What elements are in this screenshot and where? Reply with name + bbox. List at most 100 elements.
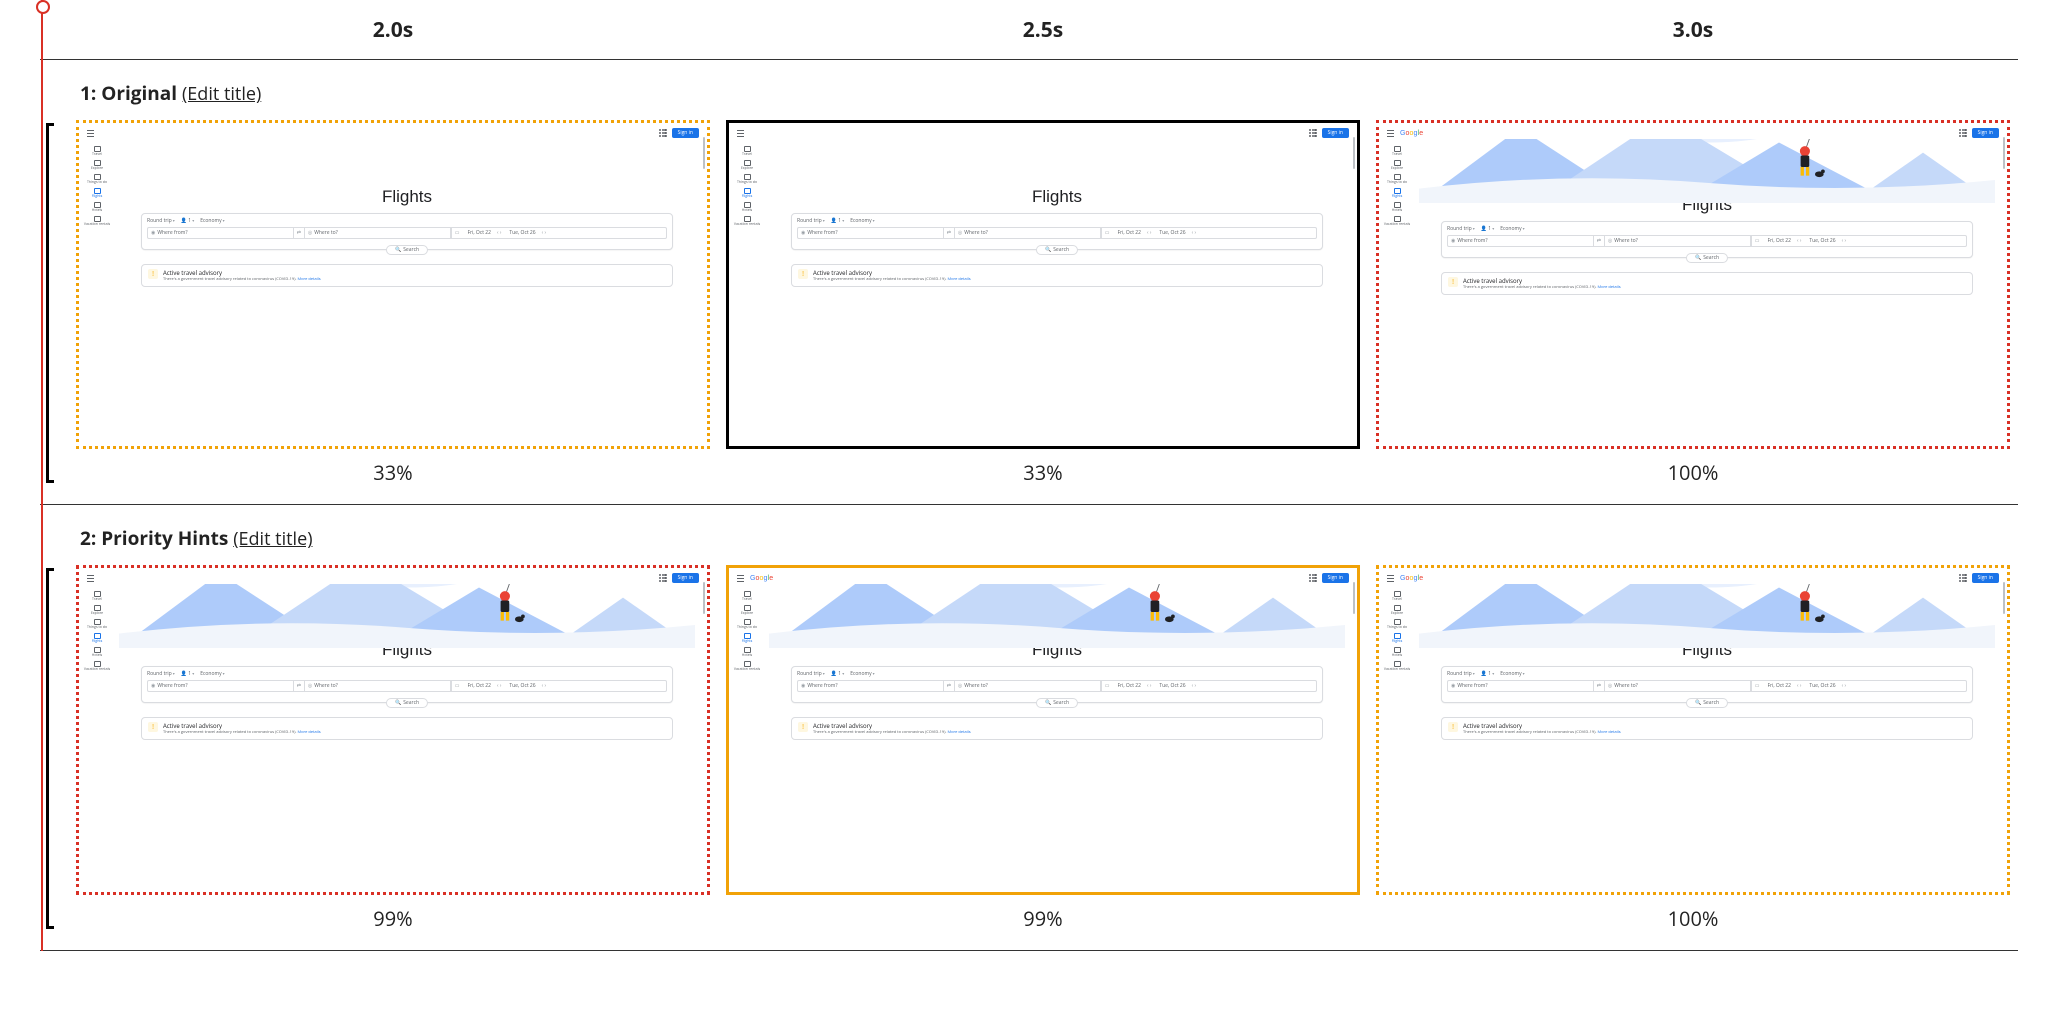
passengers-chip[interactable]: 👤 1 xyxy=(181,671,194,677)
nav-item-travel[interactable]: Travel xyxy=(84,590,110,602)
scrollbar[interactable] xyxy=(2003,582,2005,614)
cabin-class-chip[interactable]: Economy xyxy=(850,218,874,224)
scrollbar[interactable] xyxy=(703,137,705,169)
filmstrip-frame[interactable]: GoogleSign inTravelExploreThings to doFl… xyxy=(718,565,1368,931)
signin-button[interactable]: Sign in xyxy=(1322,573,1349,583)
cabin-class-chip[interactable]: Economy xyxy=(1500,671,1524,677)
origin-input[interactable]: ◉Where from? xyxy=(1447,680,1594,692)
date-range-input[interactable]: ▭Fri, Oct 22‹ ›Tue, Oct 26‹ › xyxy=(1101,227,1317,239)
advisory-link[interactable]: More details xyxy=(1597,285,1620,290)
hamburger-icon[interactable] xyxy=(737,575,744,582)
nav-item-travel[interactable]: Travel xyxy=(734,145,760,157)
scrollbar[interactable] xyxy=(703,582,705,614)
apps-grid-icon[interactable] xyxy=(1309,574,1317,582)
scrollbar[interactable] xyxy=(2003,137,2005,169)
trip-type-chip[interactable]: Round trip xyxy=(147,218,175,224)
signin-button[interactable]: Sign in xyxy=(1322,128,1349,138)
hamburger-icon[interactable] xyxy=(87,575,94,582)
cabin-class-chip[interactable]: Economy xyxy=(200,671,224,677)
nav-item-explore[interactable]: Explore xyxy=(734,159,760,171)
search-button[interactable]: 🔍 Search xyxy=(386,698,428,708)
edit-title-link[interactable]: (Edit title) xyxy=(233,527,312,551)
edit-title-link[interactable]: (Edit title) xyxy=(182,82,261,106)
advisory-link[interactable]: More details xyxy=(947,277,970,282)
nav-item-explore[interactable]: Explore xyxy=(1384,604,1410,616)
frame-thumbnail[interactable]: GoogleSign inTravelExploreThings to doFl… xyxy=(1376,565,2010,894)
hamburger-icon[interactable] xyxy=(87,130,94,137)
nav-item-flights[interactable]: Flights xyxy=(734,187,760,199)
origin-input[interactable]: ◉Where from? xyxy=(147,680,294,692)
nav-item-travel[interactable]: Travel xyxy=(1384,590,1410,602)
origin-input[interactable]: ◉Where from? xyxy=(797,680,944,692)
trip-type-chip[interactable]: Round trip xyxy=(1447,226,1475,232)
nav-item-hotels[interactable]: Hotels xyxy=(84,646,110,658)
search-button[interactable]: 🔍 Search xyxy=(1036,245,1078,255)
date-range-input[interactable]: ▭Fri, Oct 22‹ ›Tue, Oct 26‹ › xyxy=(451,680,667,692)
cabin-class-chip[interactable]: Economy xyxy=(1500,226,1524,232)
search-button[interactable]: 🔍 Search xyxy=(1686,253,1728,263)
advisory-link[interactable]: More details xyxy=(1597,730,1620,735)
nav-item-things-to-do[interactable]: Things to do xyxy=(1384,618,1410,630)
nav-item-things-to-do[interactable]: Things to do xyxy=(734,618,760,630)
nav-item-vacation-rentals[interactable]: Vacation rentals xyxy=(84,215,110,227)
nav-item-flights[interactable]: Flights xyxy=(734,632,760,644)
nav-item-things-to-do[interactable]: Things to do xyxy=(734,173,760,185)
nav-item-hotels[interactable]: Hotels xyxy=(84,201,110,213)
signin-button[interactable]: Sign in xyxy=(672,128,699,138)
nav-item-vacation-rentals[interactable]: Vacation rentals xyxy=(1384,660,1410,672)
filmstrip-frame[interactable]: Sign inTravelExploreThings to doFlightsH… xyxy=(68,120,718,486)
destination-input[interactable]: ◎Where to? xyxy=(304,680,451,692)
advisory-link[interactable]: More details xyxy=(297,730,320,735)
apps-grid-icon[interactable] xyxy=(1959,574,1967,582)
nav-item-flights[interactable]: Flights xyxy=(84,187,110,199)
nav-item-flights[interactable]: Flights xyxy=(1384,632,1410,644)
nav-item-hotels[interactable]: Hotels xyxy=(734,646,760,658)
nav-item-vacation-rentals[interactable]: Vacation rentals xyxy=(84,660,110,672)
apps-grid-icon[interactable] xyxy=(1309,129,1317,137)
date-range-input[interactable]: ▭Fri, Oct 22‹ ›Tue, Oct 26‹ › xyxy=(1101,680,1317,692)
passengers-chip[interactable]: 👤 1 xyxy=(831,671,844,677)
trip-type-chip[interactable]: Round trip xyxy=(1447,671,1475,677)
swap-icon[interactable]: ⇄ xyxy=(1594,235,1604,247)
frame-thumbnail[interactable]: Sign inTravelExploreThings to doFlightsH… xyxy=(76,565,710,894)
nav-item-travel[interactable]: Travel xyxy=(734,590,760,602)
frame-thumbnail[interactable]: Sign in Travel Explore Things to do Flights H… xyxy=(726,120,1360,449)
trip-type-chip[interactable]: Round trip xyxy=(797,218,825,224)
frame-thumbnail[interactable]: GoogleSign inTravelExploreThings to doFl… xyxy=(1376,120,2010,449)
trip-type-chip[interactable]: Round trip xyxy=(797,671,825,677)
signin-button[interactable]: Sign in xyxy=(1972,573,1999,583)
nav-item-hotels[interactable]: Hotels xyxy=(1384,201,1410,213)
swap-icon[interactable]: ⇄ xyxy=(294,227,304,239)
frame-thumbnail[interactable]: GoogleSign inTravelExploreThings to doFl… xyxy=(726,565,1360,894)
swap-icon[interactable]: ⇄ xyxy=(944,680,954,692)
signin-button[interactable]: Sign in xyxy=(672,573,699,583)
swap-icon[interactable]: ⇄ xyxy=(294,680,304,692)
filmstrip-frame[interactable]: GoogleSign inTravelExploreThings to doFl… xyxy=(1368,565,2018,931)
cabin-class-chip[interactable]: Economy xyxy=(200,218,224,224)
nav-item-things-to-do[interactable]: Things to do xyxy=(84,173,110,185)
nav-item-things-to-do[interactable]: Things to do xyxy=(1384,173,1410,185)
search-button[interactable]: 🔍 Search xyxy=(1036,698,1078,708)
nav-item-hotels[interactable]: Hotels xyxy=(734,201,760,213)
nav-item-vacation-rentals[interactable]: Vacation rentals xyxy=(734,215,760,227)
origin-input[interactable]: ◉Where from? xyxy=(797,227,944,239)
nav-item-flights[interactable]: Flights xyxy=(1384,187,1410,199)
swap-icon[interactable]: ⇄ xyxy=(1594,680,1604,692)
destination-input[interactable]: ◎Where to? xyxy=(954,680,1101,692)
signin-button[interactable]: Sign in xyxy=(1972,128,1999,138)
nav-item-vacation-rentals[interactable]: Vacation rentals xyxy=(734,660,760,672)
passengers-chip[interactable]: 👤 1 xyxy=(181,218,194,224)
passengers-chip[interactable]: 👤 1 xyxy=(1481,671,1494,677)
nav-item-travel[interactable]: Travel xyxy=(1384,145,1410,157)
nav-item-explore[interactable]: Explore xyxy=(84,604,110,616)
destination-input[interactable]: ◎Where to? xyxy=(1604,235,1751,247)
apps-grid-icon[interactable] xyxy=(659,129,667,137)
hamburger-icon[interactable] xyxy=(1387,575,1394,582)
filmstrip-frame[interactable]: Sign inTravelExploreThings to doFlightsH… xyxy=(68,565,718,931)
nav-item-travel[interactable]: Travel xyxy=(84,145,110,157)
apps-grid-icon[interactable] xyxy=(659,574,667,582)
date-range-input[interactable]: ▭Fri, Oct 22‹ ›Tue, Oct 26‹ › xyxy=(451,227,667,239)
swap-icon[interactable]: ⇄ xyxy=(944,227,954,239)
filmstrip-frame[interactable]: GoogleSign inTravelExploreThings to doFl… xyxy=(1368,120,2018,486)
nav-item-vacation-rentals[interactable]: Vacation rentals xyxy=(1384,215,1410,227)
